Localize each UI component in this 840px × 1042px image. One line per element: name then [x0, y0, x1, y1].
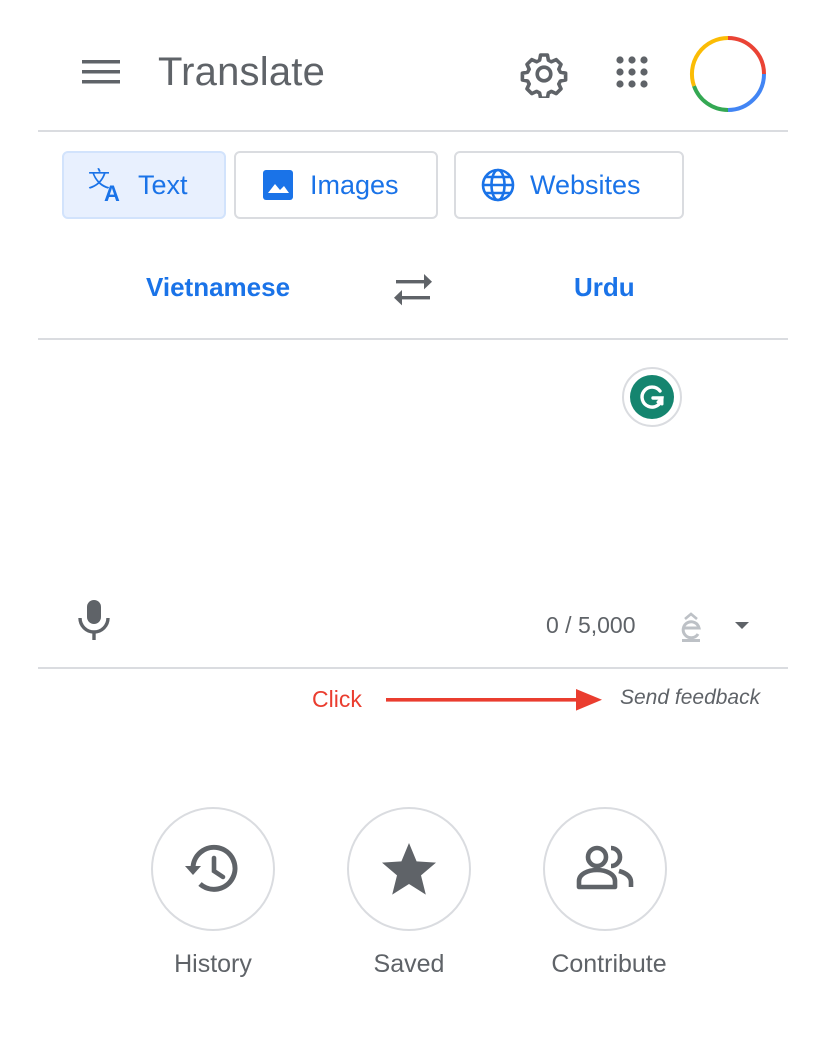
swap-languages-button[interactable] [390, 270, 436, 310]
caret-down-icon [735, 622, 749, 629]
mic-icon [78, 600, 110, 640]
menu-icon [82, 60, 120, 84]
input-divider [38, 667, 788, 669]
people-icon [576, 845, 634, 890]
apps-grid-icon [616, 56, 648, 88]
tab-websites-label: Websites [530, 169, 641, 200]
tab-websites[interactable]: Websites [454, 151, 684, 219]
contribute-button[interactable] [543, 807, 667, 931]
tab-text[interactable]: 文 A Text [62, 151, 226, 219]
character-count: 0 / 5,000 [546, 612, 636, 638]
tab-images[interactable]: Images [234, 151, 438, 219]
input-tool-icon [681, 612, 701, 642]
history-button[interactable] [151, 807, 275, 931]
history-icon [185, 844, 238, 892]
translate-icon: 文 A [86, 165, 126, 205]
swap-arrows-icon [394, 274, 432, 306]
grammarly-icon [630, 375, 674, 419]
grammarly-button[interactable] [622, 367, 682, 427]
history-label: History [174, 950, 252, 978]
menu-button[interactable] [78, 56, 126, 92]
source-language-button[interactable]: Vietnamese [146, 272, 290, 303]
globe-icon [478, 165, 518, 205]
image-icon [258, 165, 298, 205]
account-avatar[interactable] [688, 34, 768, 114]
target-language-button[interactable]: Urdu [574, 272, 635, 303]
saved-label: Saved [373, 950, 445, 978]
tab-text-label: Text [138, 169, 188, 200]
annotation-arrow [386, 688, 602, 712]
input-tools-button[interactable] [676, 610, 706, 644]
tab-images-label: Images [310, 169, 399, 200]
click-annotation-label: Click [312, 686, 362, 712]
send-feedback-link[interactable]: Send feedback [620, 686, 760, 710]
microphone-button[interactable] [74, 598, 114, 642]
star-icon [382, 843, 436, 895]
saved-button[interactable] [347, 807, 471, 931]
contribute-label: Contribute [551, 950, 667, 978]
app-title: Translate [158, 50, 326, 94]
gear-icon [520, 53, 568, 100]
input-tools-dropdown[interactable] [730, 614, 754, 638]
header-divider [38, 130, 788, 132]
language-divider [38, 338, 788, 340]
apps-button[interactable] [610, 50, 658, 98]
svg-text:A: A [104, 181, 120, 205]
settings-button[interactable] [520, 50, 568, 100]
